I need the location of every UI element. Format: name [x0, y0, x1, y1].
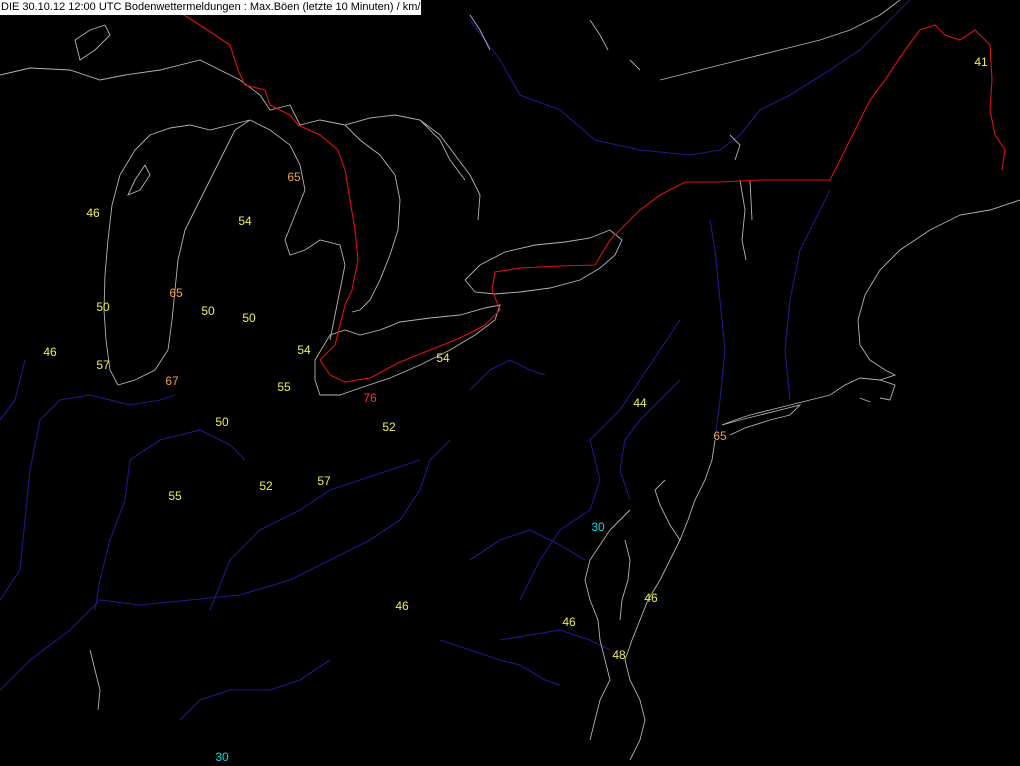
st-lawrence-north [659, 0, 901, 81]
chesapeake-inner [619, 539, 631, 621]
georgian-bay [419, 119, 481, 221]
gust-observation: 57 [317, 474, 331, 488]
observations: 41 65 46 54 50 65 50 50 46 57 54 67 55 76 54 50 52 44 65 55… [43, 55, 988, 764]
gust-observation: 55 [277, 380, 291, 394]
gust-observation: 67 [165, 374, 179, 388]
gust-observation: 30 [215, 750, 229, 764]
quebec-lakes [469, 14, 641, 71]
gust-observation: 46 [562, 615, 576, 629]
michigan-thumb [249, 119, 346, 341]
river-hudson [709, 219, 726, 441]
cape-cod [859, 379, 896, 403]
gust-observation: 52 [259, 479, 273, 493]
river-tennessee [179, 659, 331, 721]
map-canvas: 41 65 46 54 50 65 50 50 46 57 54 67 55 76 54 50 52 44 65 55… [0, 0, 1020, 764]
river-st-lawrence [469, 0, 911, 156]
new-jersey-coast [654, 439, 716, 541]
gust-observation: 52 [382, 420, 396, 434]
river-mississippi [0, 359, 26, 421]
river-wabash [94, 429, 246, 611]
coastlines [0, 0, 1020, 761]
gust-observation: 65 [169, 286, 183, 300]
lake-ontario-shore [464, 229, 623, 295]
gust-observation: 57 [96, 358, 110, 372]
gust-observation: 55 [168, 489, 182, 503]
finger-lakes [739, 179, 753, 261]
gust-observation: 50 [215, 415, 229, 429]
new-england-coast [721, 199, 1020, 426]
gust-observation: 76 [363, 391, 377, 405]
gust-observation: 65 [287, 170, 301, 184]
kentucky-lake [89, 649, 101, 711]
lake-superior-shore [0, 59, 466, 181]
gust-observation: 54 [436, 351, 450, 365]
gust-observation: 50 [201, 304, 215, 318]
river-ohio-lower [439, 639, 561, 686]
long-island [721, 404, 802, 436]
gust-observation: 46 [395, 599, 409, 613]
gust-observation: 30 [591, 520, 605, 534]
gust-observation: 46 [86, 206, 100, 220]
us-canada-border [159, 0, 1006, 383]
river-connecticut [784, 189, 831, 401]
river-illinois [0, 394, 176, 601]
gust-observation: 44 [633, 396, 647, 410]
lake-michigan-shore [103, 119, 251, 386]
gust-observation: 65 [713, 429, 727, 443]
river-susquehanna [519, 319, 681, 601]
delmarva [624, 539, 681, 761]
gust-observation: 50 [96, 300, 110, 314]
river-delaware [619, 379, 681, 501]
gust-observation: 54 [297, 343, 311, 357]
green-bay [127, 164, 151, 196]
gust-observation: 46 [43, 345, 57, 359]
gust-observation: 48 [612, 648, 626, 662]
gust-observation: 41 [974, 55, 988, 69]
gust-observation: 54 [238, 214, 252, 228]
gust-observation: 50 [242, 311, 256, 325]
rivers [0, 0, 911, 721]
river-james [499, 629, 611, 651]
keweenaw [74, 24, 111, 61]
river-upper [469, 359, 546, 391]
chesapeake-west [584, 509, 631, 741]
river-potomac [469, 529, 586, 561]
river-scioto [209, 459, 421, 611]
map-title: DIE 30.10.12 12:00 UTC Bodenwettermeldun… [0, 0, 421, 15]
river-ohio [0, 439, 451, 691]
weather-map: DIE 30.10.12 12:00 UTC Bodenwettermeldun… [0, 0, 1020, 766]
international-border [159, 0, 1006, 383]
gust-observation: 46 [644, 591, 658, 605]
